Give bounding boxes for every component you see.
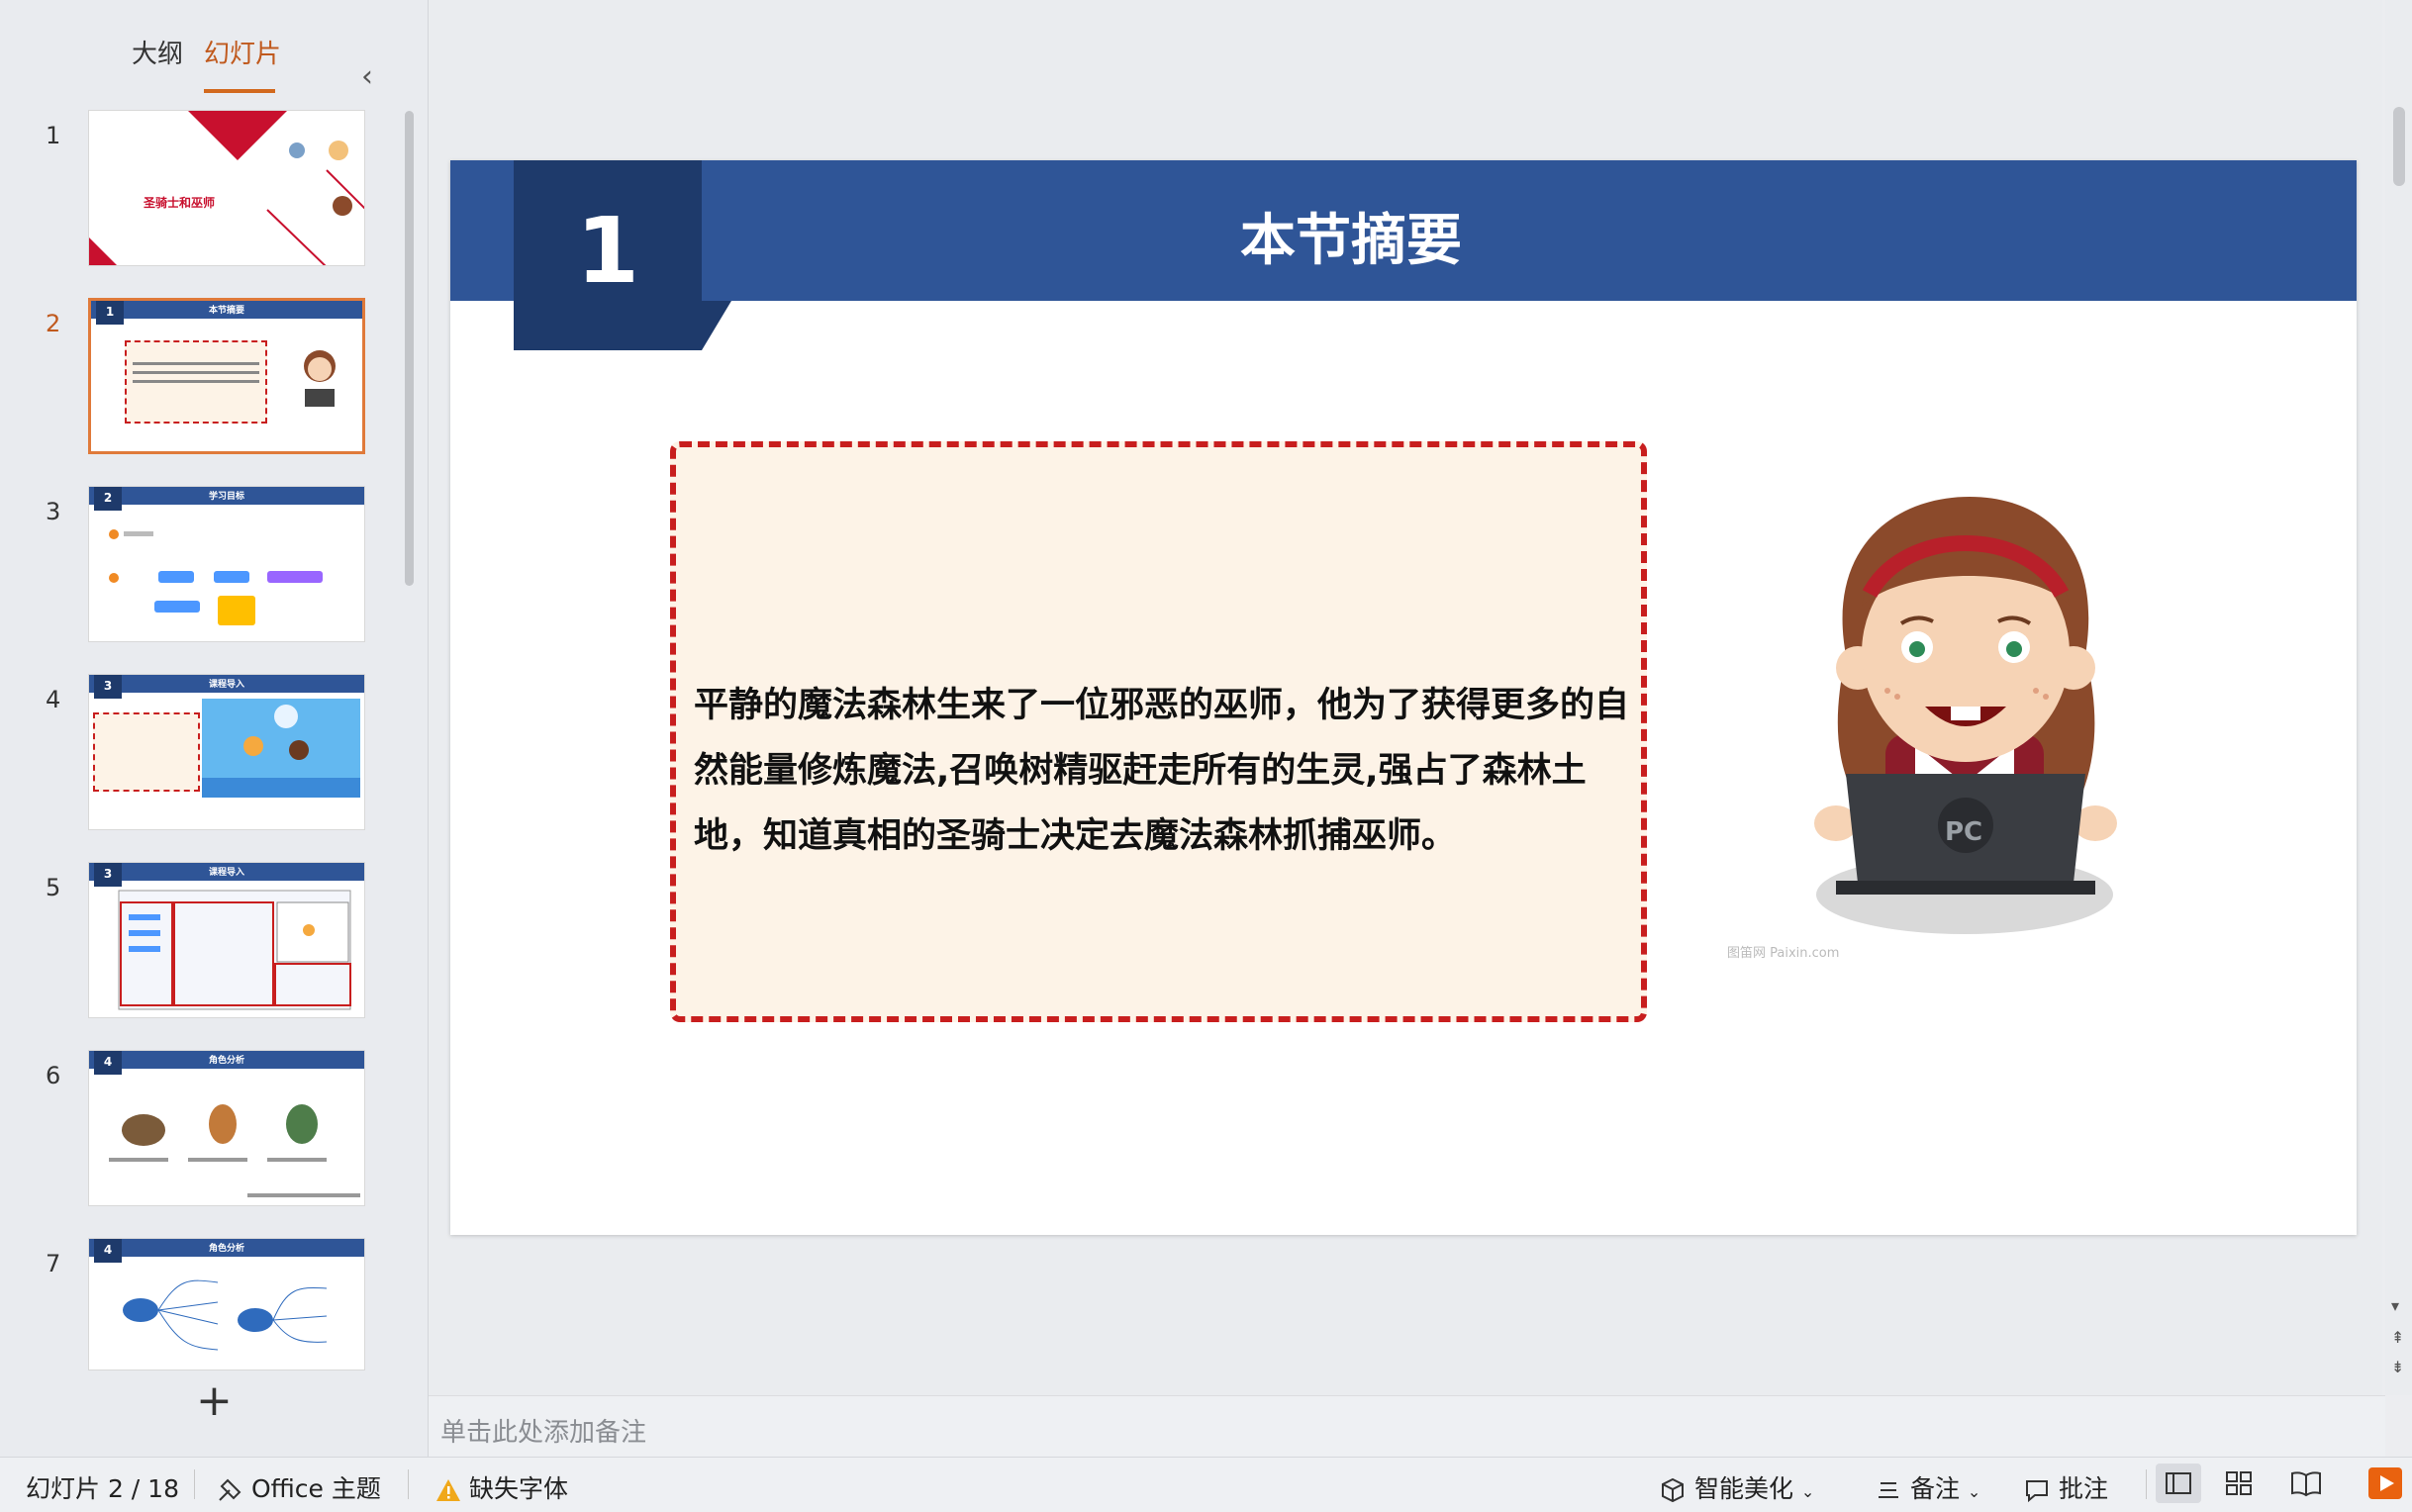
thumb-header: 本节摘要 bbox=[91, 301, 362, 319]
status-divider bbox=[194, 1469, 195, 1499]
notes-button[interactable]: 备注 ⌄ bbox=[1875, 1469, 1980, 1505]
notes-icon bbox=[1879, 1482, 1898, 1498]
missing-font-label: 缺失字体 bbox=[468, 1474, 568, 1503]
thumb-text-box bbox=[93, 712, 200, 792]
tab-active-indicator bbox=[204, 89, 275, 93]
thumb-number: 7 bbox=[46, 1250, 61, 1277]
slides-panel: 大纲 幻灯片 ‹ 1 圣骑士和巫师 2 本节摘要 1 3 学习目标 2 4 课程… bbox=[0, 0, 429, 1457]
status-divider bbox=[2146, 1469, 2147, 1499]
slide-canvas[interactable]: 1 本节摘要 平静的魔法森林生来了一位邪恶的巫师，他为了获得更多的自然能量修炼魔… bbox=[450, 160, 2357, 1235]
summary-text[interactable]: 平静的魔法森林生来了一位邪恶的巫师，他为了获得更多的自然能量修炼魔法,召唤树精驱… bbox=[694, 673, 1634, 869]
girl-with-laptop-icon[interactable] bbox=[1806, 487, 2123, 952]
grid-view-icon[interactable] bbox=[2221, 1465, 2257, 1507]
thumb-title: 圣骑士和巫师 bbox=[144, 196, 216, 210]
thumb-title: 课程导入 bbox=[208, 680, 244, 690]
status-divider bbox=[408, 1469, 409, 1499]
characters-thumbnail-icon bbox=[109, 1104, 360, 1197]
normal-view-icon[interactable] bbox=[2156, 1464, 2201, 1503]
title-slide-decoration-icon bbox=[89, 111, 364, 265]
play-slideshow-icon[interactable] bbox=[2368, 1467, 2402, 1499]
editor-thumbnail-icon bbox=[118, 890, 351, 1010]
thumb-title: 本节摘要 bbox=[208, 306, 244, 316]
slide-thumbnail-2[interactable]: 本节摘要 1 bbox=[88, 298, 365, 454]
notes-label: 备注 bbox=[1909, 1474, 1960, 1503]
chevron-down-icon[interactable]: ▾ bbox=[2391, 1296, 2399, 1315]
next-slide-icon[interactable]: ⇟ bbox=[2391, 1358, 2404, 1376]
laptop-logo: PC bbox=[1945, 817, 1983, 847]
tab-outline[interactable]: 大纲 bbox=[132, 34, 183, 70]
blocks-thumbnail-icon bbox=[109, 529, 323, 625]
notes-placeholder[interactable]: 单击此处添加备注 bbox=[440, 1412, 646, 1449]
chevron-down-icon: ⌄ bbox=[1800, 1482, 1815, 1501]
slide-thumbnail-1[interactable]: 圣骑士和巫师 bbox=[88, 110, 365, 266]
beautify-button[interactable]: 智能美化 ⌄ bbox=[1659, 1469, 1814, 1505]
missing-font-button[interactable]: 缺失字体 bbox=[435, 1469, 568, 1505]
comment-label: 批注 bbox=[2058, 1474, 2108, 1503]
editor-scrollbar[interactable]: ▾ ⇞ ⇟ bbox=[2385, 0, 2412, 1395]
slide-title[interactable]: 本节摘要 bbox=[1044, 196, 1658, 276]
section-number[interactable]: 1 bbox=[514, 198, 702, 304]
thumb-number: 6 bbox=[46, 1062, 61, 1089]
thumb-number: 5 bbox=[46, 874, 61, 901]
theme-label: Office 主题 bbox=[250, 1474, 381, 1503]
slide-thumbnail-5[interactable]: 课程导入 3 bbox=[88, 862, 365, 1018]
reading-view-icon[interactable] bbox=[2288, 1465, 2324, 1507]
theme-icon bbox=[219, 1478, 241, 1501]
scroll-thumb[interactable] bbox=[2393, 107, 2405, 186]
girl-thumbnail-icon bbox=[304, 350, 336, 407]
comment-icon bbox=[2026, 1480, 2048, 1503]
slide-counter: 幻灯片 2 / 18 bbox=[26, 1474, 179, 1503]
panel-tabs: 大纲 幻灯片 ‹ bbox=[0, 30, 428, 94]
mindmap-thumbnail-icon bbox=[123, 1279, 328, 1351]
beautify-icon bbox=[1662, 1477, 1684, 1503]
theme-button[interactable]: Office 主题 bbox=[216, 1469, 381, 1505]
slide-thumbnail-6[interactable]: 角色分析 4 bbox=[88, 1050, 365, 1206]
notes-pane[interactable]: 单击此处添加备注 bbox=[429, 1395, 2385, 1458]
thumb-badge: 1 bbox=[96, 301, 124, 325]
thumb-header: 课程导入 bbox=[89, 675, 364, 693]
section-number-tail bbox=[702, 301, 731, 350]
thumb-badge: 3 bbox=[94, 675, 122, 699]
thumbnail-list: 1 圣骑士和巫师 2 本节摘要 1 3 学习目标 2 4 课程导入 3 5 课程… bbox=[0, 104, 428, 1375]
slide-editor: 1 本节摘要 平静的魔法森林生来了一位邪恶的巫师，他为了获得更多的自然能量修炼魔… bbox=[429, 0, 2382, 1395]
beautify-label: 智能美化 bbox=[1693, 1474, 1793, 1503]
slide-thumbnail-3[interactable]: 学习目标 2 bbox=[88, 486, 365, 642]
prev-slide-icon[interactable]: ⇞ bbox=[2391, 1328, 2404, 1347]
chevron-left-icon[interactable]: ‹ bbox=[361, 59, 373, 94]
add-slide-button[interactable]: + bbox=[196, 1375, 233, 1426]
status-bar: 幻灯片 2 / 18 Office 主题 缺失字体 智能美化 ⌄ 备注 ⌄ 批注 bbox=[0, 1457, 2412, 1512]
panel-scrollbar[interactable] bbox=[405, 111, 414, 586]
scene-thumbnail-icon bbox=[202, 699, 360, 798]
thumb-number: 3 bbox=[46, 498, 61, 525]
summary-textbox[interactable]: 平静的魔法森林生来了一位邪恶的巫师，他为了获得更多的自然能量修炼魔法,召唤树精驱… bbox=[670, 441, 1647, 1022]
tab-slides[interactable]: 幻灯片 bbox=[204, 34, 281, 70]
chevron-down-icon: ⌄ bbox=[1967, 1482, 1981, 1501]
thumb-number: 1 bbox=[46, 122, 61, 149]
thumb-number: 4 bbox=[46, 686, 61, 713]
thumb-number: 2 bbox=[46, 310, 61, 337]
watermark: 图笛网 Paixin.com bbox=[1727, 946, 1840, 961]
slide-thumbnail-7[interactable]: 角色分析 4 bbox=[88, 1238, 365, 1370]
slide-thumbnail-4[interactable]: 课程导入 3 bbox=[88, 674, 365, 830]
comment-button[interactable]: 批注 bbox=[2023, 1469, 2108, 1505]
thumb-summary-box bbox=[125, 340, 267, 424]
warning-icon bbox=[436, 1479, 460, 1501]
